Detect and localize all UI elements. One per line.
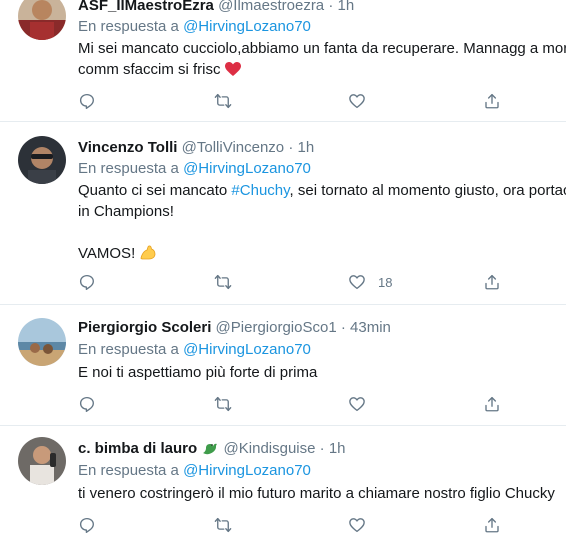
- reply-icon: [79, 517, 94, 534]
- user-handle[interactable]: @PiergiorgioSco1: [216, 319, 337, 336]
- tweet-text: Quanto ci sei mancato #Chuchy, sei torna…: [78, 180, 566, 267]
- tweet-text-line: in Champions!: [78, 203, 174, 220]
- share-icon: [485, 517, 499, 533]
- like-count: 18: [378, 274, 393, 290]
- tweet-text: ti venero costringerò il mio futuro mari…: [78, 483, 555, 504]
- tweet-header: ASF_IlMaestroEzra @Ilmaestroezra · 1h: [78, 0, 354, 16]
- retweet-button[interactable]: [214, 91, 232, 111]
- separator-dot: ·: [328, 0, 334, 14]
- retweet-icon: [214, 93, 232, 109]
- user-handle[interactable]: @Ilmaestroezra: [218, 0, 324, 14]
- reply-context: En respuesta a @HirvingLozano70: [78, 340, 311, 360]
- mention-link[interactable]: @HirvingLozano70: [183, 160, 311, 177]
- display-name[interactable]: ASF_IlMaestroEzra: [78, 0, 214, 14]
- reply-prefix: En respuesta a: [78, 18, 184, 35]
- share-icon: [485, 274, 499, 290]
- tweet-header: Piergiorgio Scoleri @PiergiorgioSco1 · 4…: [78, 318, 391, 338]
- retweet-icon: [214, 274, 232, 290]
- tweet-text-line: comm sfaccim si frisc: [78, 59, 566, 83]
- display-name[interactable]: Piergiorgio Scoleri: [78, 319, 211, 336]
- separator-dot: ·: [288, 139, 294, 156]
- tweet[interactable]: Piergiorgio Scoleri @PiergiorgioSco1 · 4…: [0, 305, 566, 425]
- reply-prefix: En respuesta a: [78, 341, 184, 358]
- reply-icon: [79, 274, 94, 291]
- share-icon: [485, 396, 499, 412]
- reply-button[interactable]: [78, 515, 96, 535]
- heart-icon: [349, 518, 365, 533]
- tweet-header: c. bimba di lauro @Kindisguise · 1h: [78, 439, 346, 462]
- share-icon: [485, 93, 499, 109]
- reply-context: En respuesta a @HirvingLozano70: [78, 159, 311, 179]
- reply-button[interactable]: [78, 91, 96, 111]
- reply-context: En respuesta a @HirvingLozano70: [78, 17, 311, 37]
- hashtag-link[interactable]: #Chuchy: [231, 182, 289, 199]
- heart-icon: [349, 94, 365, 109]
- tweet-text-line: Mi sei mancato cucciolo,abbiamo un fanta…: [78, 40, 566, 57]
- tweet-text-line: VAMOS!: [78, 243, 566, 267]
- tweet-actions: 18: [0, 272, 566, 292]
- tweet-text-line: ti venero costringerò il mio futuro mari…: [78, 485, 555, 502]
- timestamp[interactable]: 43min: [350, 319, 391, 336]
- timestamp[interactable]: 1h: [298, 139, 315, 156]
- retweet-button[interactable]: [214, 394, 232, 414]
- like-button[interactable]: [348, 394, 378, 414]
- user-handle[interactable]: @TolliVincenzo: [182, 139, 285, 156]
- avatar[interactable]: [18, 318, 66, 366]
- heart-icon: [349, 275, 365, 290]
- display-name[interactable]: Vincenzo Tolli: [78, 139, 177, 156]
- timestamp[interactable]: 1h: [329, 440, 346, 457]
- reply-button[interactable]: [78, 272, 96, 292]
- tweet[interactable]: Vincenzo Tolli @TolliVincenzo · 1h En re…: [0, 122, 566, 304]
- reply-prefix: En respuesta a: [78, 462, 184, 479]
- tweet-text: E noi ti aspettiamo più forte di prima: [78, 362, 317, 383]
- tweet-actions: [0, 515, 566, 535]
- tweet-text-line: E noi ti aspettiamo più forte di prima: [78, 364, 318, 381]
- like-button[interactable]: [348, 91, 378, 111]
- retweet-button[interactable]: [214, 272, 232, 292]
- separator-dot: ·: [319, 440, 325, 457]
- avatar[interactable]: [18, 0, 66, 40]
- tweet-header: Vincenzo Tolli @TolliVincenzo · 1h: [78, 138, 314, 158]
- tweet-text-line: Quanto ci sei mancato #Chuchy, sei torna…: [78, 182, 566, 199]
- mention-link[interactable]: @HirvingLozano70: [183, 341, 311, 358]
- reply-icon: [79, 93, 94, 110]
- tweet[interactable]: c. bimba di lauro @Kindisguise · 1h En r…: [0, 426, 566, 536]
- avatar[interactable]: [18, 136, 66, 184]
- like-button[interactable]: [348, 515, 378, 535]
- tweet-actions: [0, 91, 566, 111]
- heart-icon: [349, 397, 365, 412]
- reply-button[interactable]: [78, 394, 96, 414]
- display-name[interactable]: c. bimba di lauro: [78, 440, 197, 457]
- flexed-biceps-emoji: [139, 243, 157, 267]
- share-button[interactable]: [483, 91, 501, 111]
- separator-dot: ·: [340, 319, 346, 336]
- red-heart-emoji: [224, 62, 241, 83]
- tweet-actions: [0, 394, 566, 414]
- retweet-icon: [214, 396, 232, 412]
- tweet-text: Mi sei mancato cucciolo,abbiamo un fanta…: [78, 38, 566, 83]
- tweet[interactable]: ASF_IlMaestroEzra @Ilmaestroezra · 1h En…: [0, 0, 566, 121]
- retweet-button[interactable]: [214, 515, 232, 535]
- share-button[interactable]: [483, 272, 501, 292]
- user-handle[interactable]: @Kindisguise: [224, 440, 316, 457]
- timestamp[interactable]: 1h: [338, 0, 355, 14]
- reply-prefix: En respuesta a: [78, 160, 184, 177]
- dragon-emoji: [201, 440, 219, 462]
- retweet-icon: [214, 517, 232, 533]
- share-button[interactable]: [483, 394, 501, 414]
- reply-icon: [79, 396, 94, 413]
- avatar[interactable]: [18, 437, 66, 485]
- mention-link[interactable]: @HirvingLozano70: [183, 462, 311, 479]
- mention-link[interactable]: @HirvingLozano70: [183, 18, 311, 35]
- reply-context: En respuesta a @HirvingLozano70: [78, 461, 311, 481]
- share-button[interactable]: [483, 515, 501, 535]
- like-button[interactable]: 18: [348, 272, 392, 292]
